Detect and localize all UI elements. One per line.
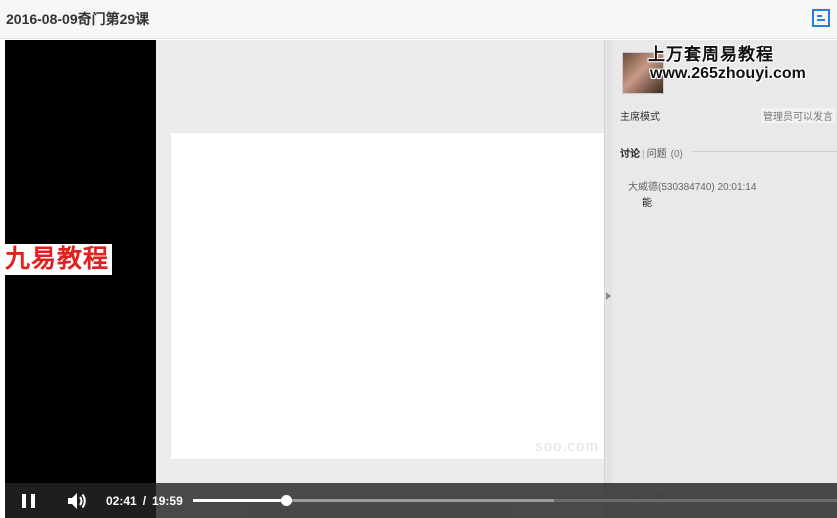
whiteboard-watermark: soo.com	[535, 438, 599, 455]
tab-divider	[692, 151, 837, 152]
progress-bar[interactable]	[193, 495, 837, 506]
progress-played	[193, 499, 286, 502]
lecture-canvas: soo.com	[156, 40, 608, 518]
collapse-arrow-icon[interactable]	[606, 292, 611, 300]
current-time: 02:41	[106, 494, 137, 508]
progress-thumb[interactable]	[280, 495, 292, 506]
restore-window-icon[interactable]	[811, 8, 831, 28]
mode-label: 主席模式	[620, 112, 660, 123]
chat-time: 20:01:14	[717, 182, 757, 193]
sidebar-tabs: 讨论 | 问题 (0)	[620, 145, 837, 160]
chat-sidebar: 上万套周易教程 www.265zhouyi.com 主席模式 管理员可以发言 讨…	[612, 40, 837, 518]
promo-title: 上万套周易教程	[648, 45, 774, 64]
whiteboard: soo.com	[170, 132, 606, 460]
video-player[interactable]: 九易教程 soo.com 上万套周易教程 www.265zhouyi.com 主…	[5, 40, 837, 518]
window-title: 2016-08-09奇门第29课	[6, 11, 150, 27]
volume-icon[interactable]	[67, 492, 87, 510]
questions-count: (0)	[670, 149, 683, 160]
tab-questions[interactable]: 问题	[647, 149, 667, 160]
player-controls: 02:41 / 19:59	[5, 483, 837, 518]
tab-discussion[interactable]: 讨论	[620, 149, 640, 160]
chat-author: 大威德(530384740)	[628, 182, 715, 193]
mode-status: 管理员可以发言	[761, 108, 835, 123]
duration: 19:59	[152, 494, 183, 508]
promo-url: www.265zhouyi.com	[650, 65, 806, 82]
chat-message-text: 能	[642, 198, 652, 209]
tab-separator: |	[642, 149, 645, 160]
title-bar: 2016-08-09奇门第29课	[0, 0, 837, 39]
time-separator: /	[142, 494, 147, 508]
chat-message-meta: 大威德(530384740) 20:01:14	[628, 178, 756, 193]
channel-logo: 九易教程	[5, 244, 113, 275]
pause-icon[interactable]	[22, 494, 36, 508]
time-display: 02:41 / 19:59	[106, 494, 183, 508]
